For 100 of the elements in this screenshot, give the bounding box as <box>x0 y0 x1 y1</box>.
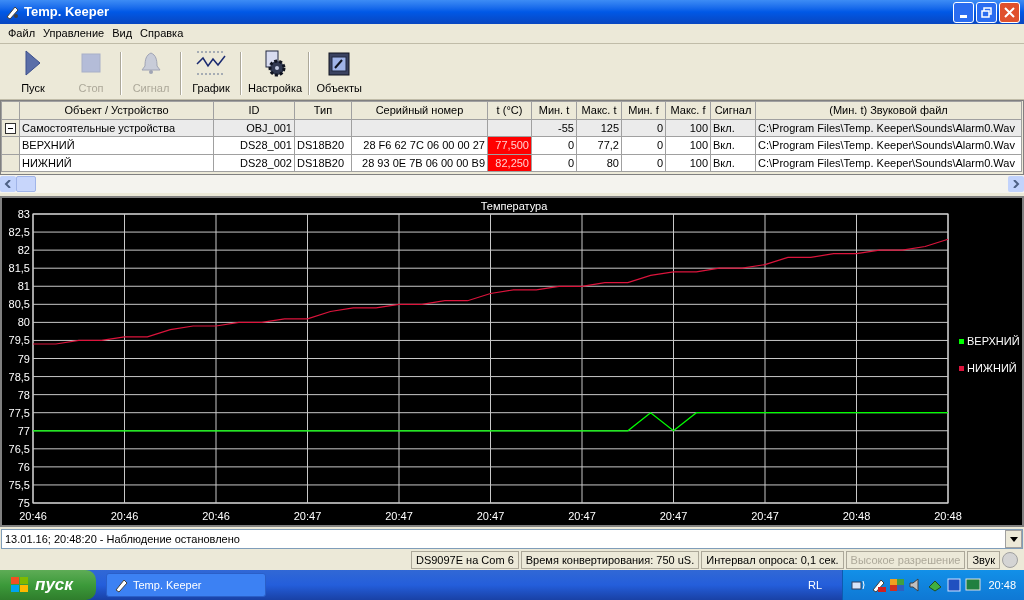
bell-icon <box>139 51 163 75</box>
horizontal-scrollbar[interactable] <box>0 175 1024 193</box>
column-header[interactable]: Мин. f <box>621 101 666 119</box>
column-header[interactable]: Серийный номер <box>351 101 488 119</box>
table-cell: C:\Program Files\Temp. Keeper\Sounds\Alarm0.Wav <box>758 121 1015 134</box>
toolbar-button[interactable]: Объекты <box>310 48 369 99</box>
collapse-icon[interactable] <box>5 123 16 135</box>
table-cell: 0 <box>567 139 574 151</box>
x-tick-label: 20:46 <box>110 510 139 522</box>
legend-label: НИЖНИЙ <box>967 362 1017 374</box>
table-cell: Вкл. <box>713 156 735 169</box>
column-header[interactable]: t (°C) <box>487 101 532 119</box>
table-cell: 28 F6 62 7C 06 00 00 27 <box>363 139 485 151</box>
table-cell: 100 <box>689 121 708 134</box>
status-panel: Звук <box>967 551 1000 569</box>
toolbar-button[interactable]: График <box>182 48 240 99</box>
minimize-button[interactable] <box>953 1 974 23</box>
scroll-right-icon[interactable] <box>1008 176 1024 192</box>
y-tick-label: 80 <box>17 316 30 329</box>
table-cell: 0 <box>656 139 663 151</box>
log-text: 13.01.16; 20:48:20 - Наблюдение остановлено <box>5 531 240 547</box>
column-header[interactable]: Сигнал <box>710 101 756 119</box>
y-tick-label: 75 <box>17 497 30 509</box>
table-cell: -55 <box>558 121 574 134</box>
y-tick-label: 82,5 <box>8 226 30 239</box>
table-cell: Самостоятельные устройства <box>22 121 175 134</box>
start-button[interactable]: пуск <box>0 570 96 600</box>
x-tick-label: 20:48 <box>934 510 962 522</box>
column-header[interactable]: (Мин. t) Звуковой файл <box>755 101 1022 119</box>
y-tick-label: 79 <box>17 352 30 365</box>
x-tick-label: 20:46 <box>19 510 47 522</box>
table-cell: Вкл. <box>713 121 735 134</box>
y-tick-label: 79,5 <box>8 334 30 347</box>
y-tick-label: 81 <box>17 280 30 293</box>
table-cell: 77,500 <box>495 139 529 151</box>
column-header[interactable]: ID <box>213 101 295 119</box>
y-tick-label: 81,5 <box>8 262 30 275</box>
clock[interactable]: 20:48 <box>988 576 1016 594</box>
table-cell: 125 <box>600 121 619 134</box>
y-tick-label: 83 <box>17 208 30 220</box>
x-tick-label: 20:47 <box>659 510 688 522</box>
close-button[interactable] <box>999 1 1020 23</box>
column-header[interactable]: Тип <box>294 101 352 119</box>
y-tick-label: 78 <box>17 388 30 401</box>
y-tick-label: 76,5 <box>8 442 30 455</box>
chart-title: Температура <box>480 200 548 212</box>
table-cell: 0 <box>567 156 574 169</box>
language-indicator[interactable]: RL <box>807 576 822 594</box>
app-icon <box>4 4 20 20</box>
menu-item[interactable]: Файл <box>4 25 40 42</box>
column-header[interactable]: Макс. f <box>665 101 711 119</box>
x-tick-label: 20:47 <box>476 510 505 522</box>
window-title: Temp. Keeper <box>24 3 109 22</box>
column-header[interactable]: Мин. t <box>531 101 577 119</box>
toolbar-button[interactable]: Пуск <box>4 48 62 99</box>
table-cell: 80 <box>606 156 619 169</box>
table-cell: DS28_002 <box>240 156 292 169</box>
column-header[interactable]: Объект / Устройство <box>19 101 214 119</box>
y-tick-label: 77 <box>17 424 30 437</box>
y-tick-label: 77,5 <box>8 406 30 419</box>
monitor-icon[interactable] <box>965 577 981 593</box>
chart-icon <box>195 50 227 76</box>
play-icon <box>24 50 42 76</box>
toolbar-button[interactable]: Настройка <box>242 48 309 99</box>
scroll-left-icon[interactable] <box>0 176 16 192</box>
menu-item[interactable]: Управление <box>39 25 109 42</box>
y-tick-label: 76 <box>17 460 30 473</box>
x-tick-label: 20:46 <box>202 510 230 522</box>
status-panel: DS9097E на Com 6 <box>410 551 519 569</box>
indicator-icon <box>1002 552 1018 568</box>
y-tick-label: 80,5 <box>8 298 30 311</box>
y-tick-label: 75,5 <box>8 478 30 491</box>
close-icon <box>1004 6 1015 18</box>
table-cell: 82,250 <box>495 156 529 169</box>
menu-item[interactable]: Справка <box>136 25 188 42</box>
log-combobox[interactable]: 13.01.16; 20:48:20 - Наблюдение остановлено <box>1 529 1023 549</box>
table-cell: НИЖНИЙ <box>22 156 72 169</box>
table-cell: C:\Program Files\Temp. Keeper\Sounds\Alarm0.Wav <box>758 139 1015 151</box>
menu-item[interactable]: Вид <box>108 25 137 42</box>
dropdown-icon[interactable] <box>1005 530 1022 548</box>
table-cell: Вкл. <box>713 139 735 151</box>
y-tick-label: 82 <box>17 244 30 257</box>
table-cell: 0 <box>656 156 663 169</box>
restore-button[interactable] <box>976 1 997 23</box>
table-cell: DS18B20 <box>297 156 345 169</box>
taskbar-button[interactable]: Temp. Keeper <box>106 573 266 597</box>
table-cell: ВЕРХНИЙ <box>22 139 75 151</box>
table-cell: 100 <box>689 139 708 151</box>
tray-icon[interactable] <box>870 577 886 593</box>
stop-icon <box>81 53 101 73</box>
x-tick-label: 20:47 <box>751 510 779 522</box>
windows-logo-icon <box>10 576 30 594</box>
minimize-icon <box>960 14 967 18</box>
status-panel: Интервал опроса: 0,1 сек. <box>701 551 844 569</box>
table-cell: 0 <box>656 121 663 134</box>
scroll-thumb[interactable] <box>16 176 36 192</box>
table-cell: 77,2 <box>597 139 619 151</box>
table-cell: 28 93 0E 7B 06 00 00 B9 <box>362 156 485 169</box>
table-cell: C:\Program Files\Temp. Keeper\Sounds\Alarm0.Wav <box>758 156 1015 169</box>
column-header[interactable]: Макс. t <box>576 101 622 119</box>
